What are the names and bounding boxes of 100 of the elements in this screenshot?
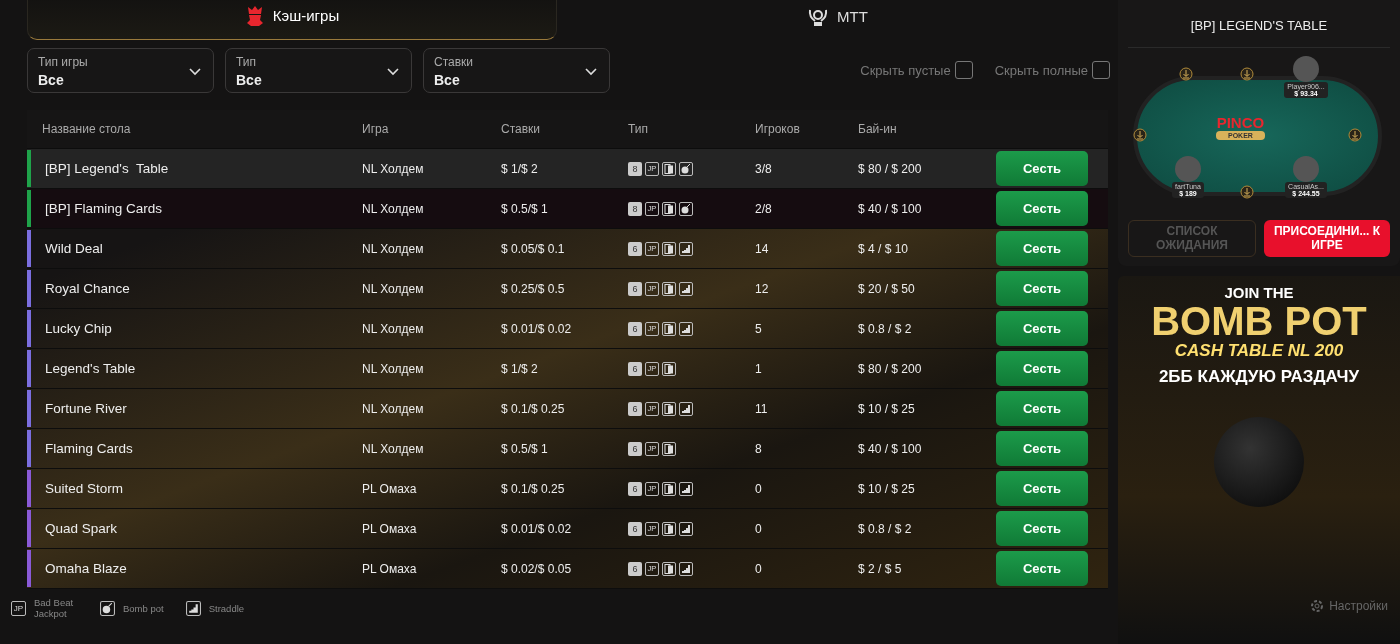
jackpot-icon: JP: [11, 600, 26, 616]
table-cell-text: NL Холдем: [362, 321, 425, 336]
seats-badge: 6: [628, 561, 642, 576]
table-cell-text: 14: [755, 241, 770, 256]
cards-icon: [662, 281, 676, 296]
column-header: Тип: [628, 122, 649, 136]
table-name: Wild Deal: [44, 241, 104, 256]
chevron-down-icon: [387, 67, 399, 76]
filter-dropdown[interactable]: Тип Все: [225, 47, 412, 93]
empty-seat-icon[interactable]: [1133, 128, 1147, 142]
cards-icon: [662, 521, 676, 536]
legend-label: Bad Beat Jackpot: [34, 597, 75, 620]
seats-badge: 8: [628, 161, 642, 176]
filter-dropdown[interactable]: Тип игры Все: [27, 47, 214, 93]
tab[interactable]: Кэш-игры: [27, 0, 557, 40]
table-cell-text: $ 80 / $ 200: [858, 361, 923, 376]
seats-badge: 6: [628, 521, 642, 536]
promo-banner[interactable]: JOIN THE BOMB POT CASH TABLE NL 200 2ББ КАЖДУЮ РАЗДАЧУ Настройки: [1118, 276, 1400, 644]
cards-icon: [662, 561, 676, 576]
table-cell-text: $ 0.5/$ 1: [501, 441, 549, 456]
banner-text: BOMB POT: [1151, 301, 1367, 341]
table-cell-text: NL Холдем: [362, 441, 425, 456]
seats-badge: 6: [628, 441, 642, 456]
sit-button[interactable]: Сесть: [996, 151, 1088, 186]
empty-seat-icon[interactable]: [1240, 67, 1254, 81]
sit-button[interactable]: Сесть: [996, 471, 1088, 506]
table-cell-text: 1: [755, 361, 763, 376]
table-cell-text: $ 40 / $ 100: [858, 441, 923, 456]
cards-icon: [662, 441, 676, 456]
tab[interactable]: MTT: [557, 0, 1118, 40]
seats-badge: 6: [628, 281, 642, 296]
table-name: Quad Spark: [44, 521, 119, 536]
table-cell-text: $ 0.25/$ 0.5: [501, 281, 566, 296]
sit-button[interactable]: Сесть: [996, 191, 1088, 226]
cards-icon: [662, 241, 676, 256]
table-name: [BP] Legend's Table: [44, 161, 170, 176]
table-cell-text: $ 10 / $ 25: [858, 481, 916, 496]
table-cell-text: $ 4 / $ 10: [858, 241, 910, 256]
column-header: Игра: [362, 122, 390, 136]
table-cell-text: 0: [755, 481, 763, 496]
seats-badge: 6: [628, 241, 642, 256]
table-cell-text: $ 0.1/$ 0.25: [501, 481, 566, 496]
checkbox[interactable]: [954, 61, 973, 79]
straddle-icon: [679, 521, 693, 536]
table-cell-text: $ 0.8 / $ 2: [858, 521, 913, 536]
sit-button[interactable]: Сесть: [996, 271, 1088, 306]
seats-badge: 6: [628, 321, 642, 336]
checkbox[interactable]: [1092, 61, 1110, 79]
table-name: Suited Storm: [44, 481, 125, 496]
table-cell-text: $ 0.05/$ 0.1: [501, 241, 566, 256]
bomb-icon: [679, 161, 693, 176]
column-header: Название стола: [41, 122, 132, 136]
table-name: Flaming Cards: [44, 441, 134, 456]
table-cell-text: $ 0.8 / $ 2: [858, 321, 913, 336]
table-cell-text: 12: [755, 281, 770, 296]
sit-button[interactable]: Сесть: [996, 231, 1088, 266]
cards-icon: [662, 401, 676, 416]
seats-badge: 8: [628, 201, 642, 216]
table-cell-text: 5: [755, 321, 763, 336]
table-name: Lucky Chip: [44, 321, 113, 336]
table-title: [BP] LEGEND'S TABLE: [1128, 0, 1390, 48]
filter-dropdown[interactable]: Ставки Все: [423, 47, 610, 93]
empty-seat-icon[interactable]: [1240, 185, 1254, 199]
cards-icon: [662, 481, 676, 496]
seats-badge: 6: [628, 481, 642, 496]
logo-text: PINCO: [1216, 114, 1265, 131]
banner-text: CASH TABLE NL 200: [1174, 341, 1344, 361]
seats-badge: 6: [628, 401, 642, 416]
sit-button[interactable]: Сесть: [996, 511, 1088, 546]
settings-icon[interactable]: [1309, 598, 1326, 614]
bomb-icon: [100, 600, 115, 616]
straddle-icon: [679, 281, 693, 296]
table-cell-text: NL Холдем: [362, 161, 425, 176]
cards-icon: [662, 201, 676, 216]
banner-text: 2ББ КАЖДУЮ РАЗДАЧУ: [1158, 367, 1360, 387]
empty-seat-icon[interactable]: [1348, 128, 1362, 142]
sit-button[interactable]: Сесть: [996, 351, 1088, 386]
table-cell-text: $ 80 / $ 200: [858, 161, 923, 176]
sit-button[interactable]: Сесть: [996, 311, 1088, 346]
table-cell-text: 0: [755, 561, 763, 576]
table-cell-text: 2/8: [755, 201, 773, 216]
toggle-label: Скрыть полные: [994, 62, 1088, 78]
avatar: [1293, 56, 1319, 82]
table-cell-text: $ 10 / $ 25: [858, 401, 916, 416]
sit-button[interactable]: Сесть: [996, 431, 1088, 466]
table-cell-text: 11: [755, 401, 769, 416]
sit-button[interactable]: Сесть: [996, 391, 1088, 426]
banner-text: JOIN THE: [1224, 284, 1294, 301]
join-button[interactable]: ПРИСОЕДИНИ... К ИГРЕ: [1264, 220, 1390, 257]
straddle-icon: [679, 401, 693, 416]
table-cell-text: NL Холдем: [362, 201, 425, 216]
sit-button[interactable]: Сесть: [996, 551, 1088, 586]
table-cell-text: $ 20 / $ 50: [858, 281, 916, 296]
column-header: Бай-ин: [858, 122, 898, 136]
empty-seat-icon[interactable]: [1179, 67, 1193, 81]
table-cell-text: 8: [755, 441, 763, 456]
table-cell-text: PL Омаха: [362, 521, 418, 536]
bomb-icon: [679, 201, 693, 216]
table-name: Royal Chance: [44, 281, 131, 296]
toggle-label: Скрыть пустые: [860, 62, 951, 78]
